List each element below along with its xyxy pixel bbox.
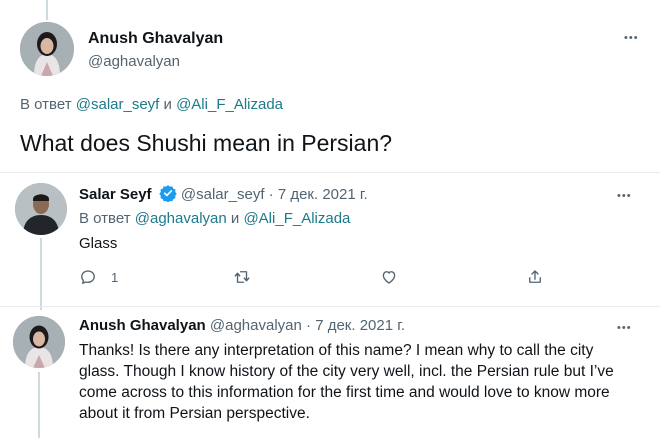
like-button[interactable] (380, 268, 398, 286)
author-name[interactable]: Anush Ghavalyan (79, 317, 206, 334)
tweet-text: Glass (79, 235, 118, 252)
like-icon (382, 271, 396, 284)
separator: · (306, 317, 312, 334)
reply-context: В ответ @salar_seyf и @Ali_F_Alizada (20, 96, 283, 113)
thread-line-top (46, 0, 48, 20)
author-handle[interactable]: @aghavalyan (88, 53, 180, 70)
avatar[interactable] (20, 22, 74, 76)
retweet-icon (234, 271, 250, 283)
thread-line (38, 372, 40, 438)
mention-link[interactable]: @salar_seyf (76, 96, 160, 113)
author-name[interactable]: Anush Ghavalyan (88, 30, 223, 48)
mention-link[interactable]: @Ali_F_Alizada (243, 210, 350, 227)
tweet-header: Anush Ghavalyan @aghavalyan · 7 дек. 202… (79, 317, 405, 334)
author-handle[interactable]: @aghavalyan (210, 317, 302, 334)
reply-and: и (230, 210, 240, 227)
thread-line (40, 238, 42, 310)
tweet-header: Salar Seyf @salar_seyf · 7 дек. 2021 г. (79, 184, 368, 203)
author-name[interactable]: Salar Seyf (79, 186, 152, 203)
tweet-text: Thanks! Is there any interpretation of t… (79, 342, 614, 422)
avatar[interactable] (15, 183, 67, 235)
reply-prefix: В ответ (20, 96, 72, 113)
share-icon (529, 270, 541, 283)
reply-context: В ответ @aghavalyan и @Ali_F_Alizada (79, 210, 350, 227)
more-icon[interactable]: ••• (624, 33, 639, 44)
avatar-photo (20, 22, 74, 76)
mention-link[interactable]: @aghavalyan (135, 210, 227, 227)
retweet-button[interactable] (233, 268, 251, 286)
mention-link[interactable]: @Ali_F_Alizada (176, 96, 283, 113)
reply-and: и (163, 96, 172, 113)
tweet-text: What does Shushi mean in Persian? (20, 130, 393, 156)
tweet-date[interactable]: 7 дек. 2021 г. (278, 186, 368, 203)
reply-icon (81, 270, 95, 284)
verified-icon (159, 185, 177, 202)
more-icon[interactable]: ••• (617, 191, 632, 202)
separator: · (268, 186, 274, 203)
divider (0, 306, 660, 307)
avatar[interactable] (13, 316, 65, 368)
divider (0, 172, 660, 173)
avatar-photo (15, 183, 67, 235)
reply-prefix: В ответ (79, 210, 131, 227)
reply-button[interactable]: 1 (79, 268, 118, 286)
share-button[interactable] (526, 268, 544, 286)
tweet-date[interactable]: 7 дек. 2021 г. (315, 317, 405, 334)
avatar-photo (13, 316, 65, 368)
more-icon[interactable]: ••• (617, 323, 632, 334)
author-handle[interactable]: @salar_seyf (181, 186, 265, 203)
reply-count: 1 (111, 269, 119, 285)
